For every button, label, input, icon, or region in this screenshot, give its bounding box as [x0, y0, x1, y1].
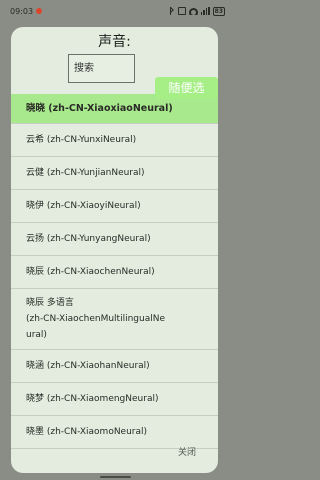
status-right: 83 — [167, 6, 225, 16]
voice-item-line: (zh-CN-XiaochenMultilingualNe — [26, 314, 165, 324]
battery-icon: 83 — [212, 6, 225, 16]
gesture-bar[interactable] — [100, 476, 131, 478]
voice-item-line: 晓辰 多语言 — [26, 298, 74, 308]
random-pick-button[interactable]: 随便选 — [155, 77, 218, 99]
voice-item-label: 云扬 (zh-CN-YunyangNeural) — [26, 234, 151, 244]
dialog-title: 声音: — [98, 34, 131, 50]
voice-item-yunyang[interactable]: 云扬 (zh-CN-YunyangNeural) — [11, 223, 218, 256]
voice-item-label: 晓涵 (zh-CN-XiaohanNeural) — [26, 361, 150, 371]
voice-item-yunxi[interactable]: 云希 (zh-CN-YunxiNeural) — [11, 124, 218, 157]
voice-list: 晓晓 (zh-CN-XiaoxiaoNeural) 云希 (zh-CN-Yunx… — [11, 94, 218, 449]
voice-item-label: 晓辰 (zh-CN-XiaochenNeural) — [26, 267, 155, 277]
close-button[interactable]: 关闭 — [178, 445, 196, 458]
voice-item-xiaoyi[interactable]: 晓伊 (zh-CN-XiaoyiNeural) — [11, 190, 218, 223]
silent-icon — [177, 7, 186, 15]
voice-item-label: 晓梦 (zh-CN-XiaomengNeural) — [26, 394, 159, 404]
voice-item-xiaochen-multilingual[interactable]: 晓辰 多语言 (zh-CN-XiaochenMultilingualNe ura… — [11, 289, 218, 350]
voice-item-xiaochen[interactable]: 晓辰 (zh-CN-XiaochenNeural) — [11, 256, 218, 289]
voice-item-label: 晓晓 (zh-CN-XiaoxiaoNeural) — [26, 102, 173, 114]
voice-item-label: 晓墨 (zh-CN-XiaomoNeural) — [26, 427, 148, 437]
signal-icon — [200, 7, 210, 15]
wifi-icon — [188, 7, 198, 15]
voice-item-line: ural) — [26, 330, 47, 340]
voice-item-xiaohan[interactable]: 晓涵 (zh-CN-XiaohanNeural) — [11, 350, 218, 383]
search-input[interactable] — [68, 54, 135, 83]
voice-item-label: 云健 (zh-CN-YunjianNeural) — [26, 168, 145, 178]
bluetooth-icon — [167, 7, 175, 15]
voice-item-label: 云希 (zh-CN-YunxiNeural) — [26, 135, 137, 145]
status-left: 09:03 — [10, 6, 43, 16]
voice-dialog: 声音: 晓晓 (zh-CN-XiaoxiaoNeural) 云希 (zh-CN-… — [11, 27, 218, 473]
status-time: 09:03 — [10, 6, 34, 16]
voice-item-label: 晓伊 (zh-CN-XiaoyiNeural) — [26, 201, 141, 211]
status-bar: 09:03 83 — [0, 0, 231, 22]
voice-item-yunjian[interactable]: 云健 (zh-CN-YunjianNeural) — [11, 157, 218, 190]
voice-item-xiaomeng[interactable]: 晓梦 (zh-CN-XiaomengNeural) — [11, 383, 218, 416]
voice-item-label: 晓辰 多语言 (zh-CN-XiaochenMultilingualNe ura… — [26, 295, 165, 343]
app-notification-icon — [36, 8, 43, 14]
